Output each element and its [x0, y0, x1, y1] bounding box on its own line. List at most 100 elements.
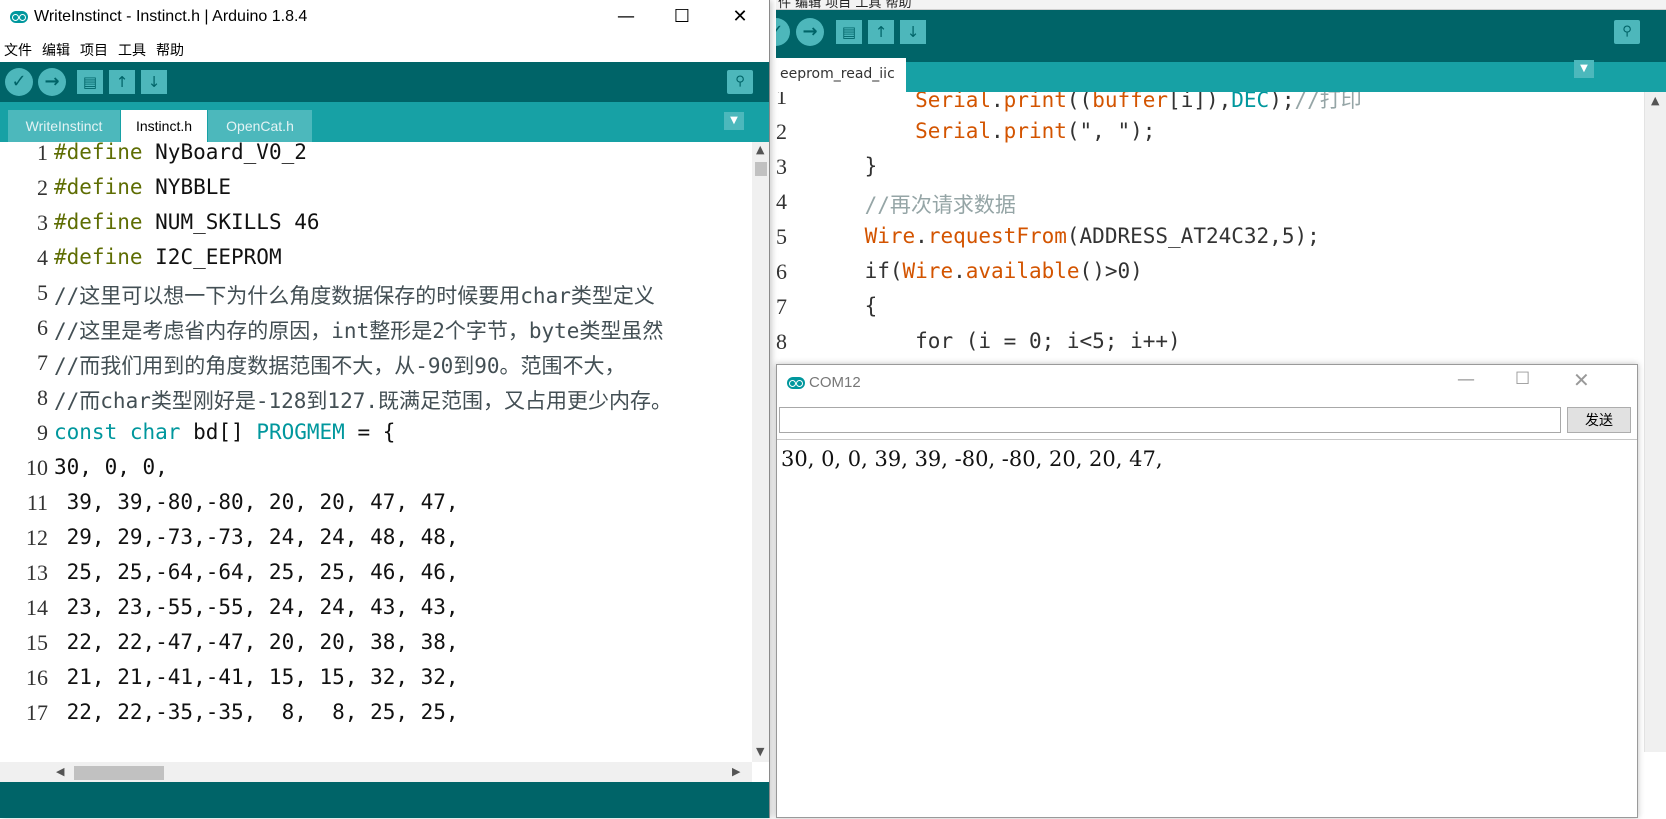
foreground-arduino-window: WriteInstinct - Instinct.h | Arduino 1.8…	[0, 0, 770, 818]
vertical-scroll-thumb[interactable]	[755, 162, 767, 176]
serial-monitor-window: COM12 — ☐ ✕ 发送 30, 0, 0, 39, 39, -80, -8…	[776, 364, 1638, 818]
tab-instinct-h[interactable]: Instinct.h	[121, 110, 207, 142]
upload-button-bg[interactable]: →	[796, 18, 824, 46]
background-tabbar: ▼	[776, 60, 1666, 92]
background-vertical-scrollbar[interactable]: ▲	[1644, 92, 1666, 752]
code-line[interactable]: 5 Wire.requestFrom(ADDRESS_AT24C32,5);	[776, 224, 1644, 261]
line-number: 4	[37, 245, 48, 270]
code-text: #define NyBoard_V0_2	[54, 142, 307, 164]
background-code-editor[interactable]: 1 Serial.print((buffer[i]),DEC);//打印 2 Se…	[776, 92, 1666, 372]
menu-project[interactable]: 项目	[80, 40, 108, 60]
tab-opencat-h[interactable]: OpenCat.h	[208, 110, 312, 142]
code-line[interactable]: 1 Serial.print((buffer[i]),DEC);//打印	[776, 92, 1644, 121]
new-sketch-button[interactable]: ▤	[77, 70, 103, 94]
code-text: //而我们用到的角度数据范围不大，从-90到90。范围不大，	[54, 354, 626, 378]
code-line[interactable]: 3 #define NUM_SKILLS 46	[0, 210, 752, 247]
status-bar	[0, 782, 769, 818]
code-editor[interactable]: 1 #define NyBoard_V0_2 2 #define NYBBLE 3 #de…	[0, 142, 752, 762]
line-number: 13	[26, 560, 48, 585]
window-titlebar: WriteInstinct - Instinct.h | Arduino 1.8…	[0, 0, 769, 34]
code-line[interactable]: 6 if(Wire.available()>0)	[776, 259, 1644, 296]
code-line[interactable]: 16 21, 21,-41,-41, 15, 15, 32, 32,	[0, 665, 752, 702]
code-line[interactable]: 1 #define NyBoard_V0_2	[0, 142, 752, 177]
code-line[interactable]: 15 22, 22,-47,-47, 20, 20, 38, 38,	[0, 630, 752, 667]
code-line[interactable]: 3 }	[776, 154, 1644, 191]
minimize-icon[interactable]: —	[598, 0, 654, 34]
open-button-bg[interactable]: ↑	[868, 20, 894, 44]
serial-monitor-icon[interactable]: ⚲	[727, 70, 753, 94]
code-line[interactable]: 7//而我们用到的角度数据范围不大，从-90到90。范围不大，	[0, 350, 752, 387]
line-number: 5	[37, 280, 48, 305]
horizontal-scrollbar[interactable]: ◀ ▶	[0, 762, 752, 782]
menu-help[interactable]: 帮助	[156, 40, 184, 60]
menu-edit[interactable]: 编辑	[42, 40, 70, 60]
line-number: 9	[37, 420, 48, 445]
menu-file[interactable]: 文件	[4, 40, 32, 60]
line-number: 3	[776, 154, 787, 179]
code-text: 29, 29,-73,-73, 24, 24, 48, 48,	[54, 525, 459, 549]
code-line[interactable]: 2 #define NYBBLE	[0, 175, 752, 212]
verify-button-bg[interactable]: ✓	[776, 18, 790, 46]
serial-output-area[interactable]	[777, 439, 1637, 819]
line-number: 5	[776, 224, 787, 249]
scroll-up-icon[interactable]: ▲	[1651, 94, 1659, 107]
vertical-scrollbar[interactable]: ▲ ▼	[752, 142, 769, 762]
scroll-up-icon[interactable]: ▲	[756, 143, 764, 156]
code-line[interactable]: 12 29, 29,-73,-73, 24, 24, 48, 48,	[0, 525, 752, 562]
verify-button[interactable]: ✓	[5, 68, 33, 96]
upload-button[interactable]: →	[38, 68, 66, 96]
scroll-left-icon[interactable]: ◀	[56, 765, 64, 778]
save-button[interactable]: ↓	[141, 70, 167, 94]
tabbar: WriteInstinct Instinct.h OpenCat.h	[0, 102, 769, 142]
code-line[interactable]: 9 const char bd[] PROGMEM = {	[0, 420, 752, 457]
line-number: 11	[26, 490, 48, 515]
close-icon[interactable]: ✕	[1573, 368, 1590, 392]
code-text: #define NYBBLE	[54, 175, 232, 199]
serial-send-input[interactable]	[779, 407, 1561, 433]
code-line[interactable]: 10 30, 0, 0,	[0, 455, 752, 492]
code-line[interactable]: 13 25, 25,-64,-64, 25, 25, 46, 46,	[0, 560, 752, 597]
code-text: 25, 25,-64,-64, 25, 25, 46, 46,	[54, 560, 459, 584]
code-text: for (i = 0; i<5; i++)	[915, 329, 1181, 353]
maximize-icon[interactable]: ☐	[654, 0, 710, 34]
code-line[interactable]: 8//而char类型刚好是-128到127.既满足范围，又占用更少内存。	[0, 385, 752, 422]
tab-label: eeprom_read_iic	[780, 66, 895, 82]
arduino-logo-icon	[10, 11, 28, 23]
tab-writeinstinct[interactable]: WriteInstinct	[8, 110, 120, 142]
code-line[interactable]: 4 //再次请求数据	[776, 189, 1644, 226]
code-text: //这里是考虑省内存的原因，int整形是2个字节，byte类型虽然	[54, 319, 664, 343]
code-line[interactable]: 6//这里是考虑省内存的原因，int整形是2个字节，byte类型虽然	[0, 315, 752, 352]
menu-tools[interactable]: 工具	[118, 40, 146, 60]
code-line[interactable]: 14 23, 23,-55,-55, 24, 24, 43, 43,	[0, 595, 752, 632]
code-line[interactable]: 8 for (i = 0; i<5; i++)	[776, 329, 1644, 366]
code-text: 21, 21,-41,-41, 15, 15, 32, 32,	[54, 665, 459, 689]
line-number: 8	[776, 329, 787, 354]
horizontal-scroll-thumb[interactable]	[74, 766, 164, 780]
code-line[interactable]: 11 39, 39,-80,-80, 20, 20, 47, 47,	[0, 490, 752, 527]
send-button[interactable]: 发送	[1567, 407, 1631, 433]
scroll-right-icon[interactable]: ▶	[732, 765, 740, 778]
scroll-down-icon[interactable]: ▼	[756, 745, 764, 758]
open-button[interactable]: ↑	[109, 70, 135, 94]
minimize-icon[interactable]: —	[1457, 369, 1475, 390]
save-button-bg[interactable]: ↓	[900, 20, 926, 44]
code-line[interactable]: 4 #define I2C_EEPROM	[0, 245, 752, 282]
line-number: 7	[776, 294, 787, 319]
new-button-bg[interactable]: ▤	[836, 20, 862, 44]
tab-menu-dropdown-icon[interactable]: ▼	[724, 112, 744, 130]
code-line[interactable]: 5//这里可以想一下为什么角度数据保存的时候要用char类型定义	[0, 280, 752, 317]
code-line[interactable]: 17 22, 22,-35,-35, 8, 8, 25, 25,	[0, 700, 752, 737]
close-icon[interactable]: ✕	[712, 0, 768, 34]
code-text: //再次请求数据	[864, 193, 1016, 217]
code-line[interactable]: 2 Serial.print(", ");	[776, 119, 1644, 156]
code-text: 30, 0, 0,	[54, 455, 168, 479]
code-text: 39, 39,-80,-80, 20, 20, 47, 47,	[54, 490, 459, 514]
line-number: 1	[37, 142, 48, 165]
code-line[interactable]: 7 {	[776, 294, 1644, 331]
line-number: 7	[37, 350, 48, 375]
tab-eeprom-read-iic[interactable]: eeprom_read_iic	[776, 58, 906, 92]
serial-monitor-icon-bg[interactable]: ⚲	[1614, 20, 1640, 44]
maximize-icon[interactable]: ☐	[1515, 369, 1530, 389]
tab-menu-dropdown-bg[interactable]: ▼	[1574, 60, 1594, 78]
code-text: Serial.print((buffer[i]),DEC);//打印	[915, 92, 1362, 112]
